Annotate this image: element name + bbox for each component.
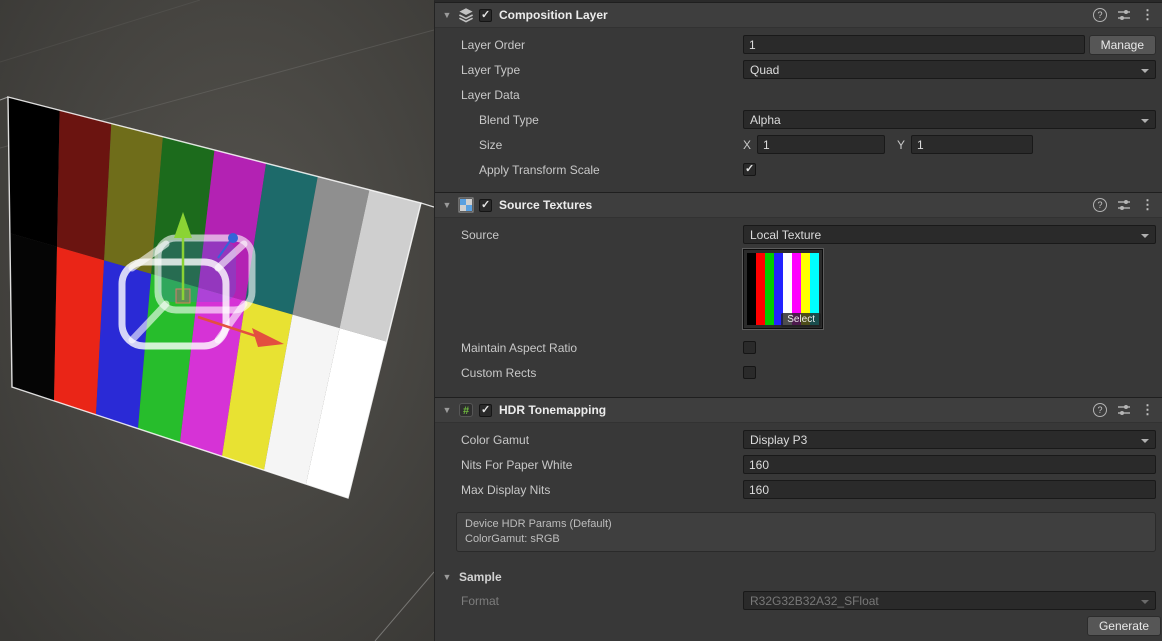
script-hash-icon: # bbox=[458, 402, 474, 418]
generate-row: Generate bbox=[435, 613, 1162, 636]
component-enabled-checkbox[interactable] bbox=[479, 199, 492, 212]
field-label: Layer Order bbox=[461, 38, 743, 52]
field-label: Maintain Aspect Ratio bbox=[461, 341, 743, 355]
layers-icon bbox=[458, 7, 474, 23]
color-gamut-row: Color Gamut Display P3 bbox=[435, 427, 1162, 452]
field-label: Layer Data bbox=[461, 88, 743, 102]
inspector-panel: ▼ Composition Layer ? ⋮ Layer Order bbox=[434, 0, 1162, 641]
presets-icon[interactable] bbox=[1117, 8, 1131, 22]
max-display-nits-row: Max Display Nits bbox=[435, 477, 1162, 502]
field-label: Nits For Paper White bbox=[461, 458, 743, 472]
sample-foldout-header[interactable]: ▼ Sample bbox=[435, 566, 1162, 588]
app-window: ▼ Composition Layer ? ⋮ Layer Order bbox=[0, 0, 1162, 641]
maintain-aspect-ratio-row: Maintain Aspect Ratio bbox=[435, 335, 1162, 360]
component-enabled-checkbox[interactable] bbox=[479, 9, 492, 22]
hdr-params-help-box: Device HDR Params (Default) ColorGamut: … bbox=[456, 512, 1156, 552]
more-icon[interactable]: ⋮ bbox=[1141, 198, 1154, 212]
field-label: Apply Transform Scale bbox=[479, 163, 743, 177]
texture-object-field[interactable]: Select bbox=[743, 249, 823, 329]
component-title: Source Textures bbox=[499, 198, 592, 212]
field-label: Blend Type bbox=[479, 113, 743, 127]
more-icon[interactable]: ⋮ bbox=[1141, 403, 1154, 417]
component-enabled-checkbox[interactable] bbox=[479, 404, 492, 417]
format-dropdown: R32G32B32A32_SFloat bbox=[743, 591, 1156, 610]
svg-text:#: # bbox=[463, 405, 469, 417]
field-label: Color Gamut bbox=[461, 433, 743, 447]
sample-title: Sample bbox=[459, 570, 502, 584]
component-header-source-textures[interactable]: ▼ Source Textures ? ⋮ bbox=[435, 192, 1162, 218]
custom-rects-checkbox[interactable] bbox=[743, 366, 756, 379]
composition-layer-body: Layer Order Manage Layer Type Quad Layer… bbox=[435, 28, 1162, 182]
maintain-aspect-ratio-checkbox[interactable] bbox=[743, 341, 756, 354]
field-label: Max Display Nits bbox=[461, 483, 743, 497]
blend-type-dropdown[interactable]: Alpha bbox=[743, 110, 1156, 129]
help-box-line: Device HDR Params (Default) bbox=[465, 517, 1147, 532]
help-icon[interactable]: ? bbox=[1093, 8, 1107, 22]
component-title: Composition Layer bbox=[499, 8, 608, 22]
texture-preview-row: Select bbox=[435, 247, 1162, 335]
source-row: Source Local Texture bbox=[435, 222, 1162, 247]
field-label: Source bbox=[461, 228, 743, 242]
color-gamut-dropdown[interactable]: Display P3 bbox=[743, 430, 1156, 449]
nits-for-paper-white-row: Nits For Paper White bbox=[435, 452, 1162, 477]
component-title: HDR Tonemapping bbox=[499, 403, 606, 417]
texture-icon bbox=[458, 197, 474, 213]
foldout-arrow-icon[interactable]: ▼ bbox=[441, 572, 453, 582]
x-axis-label: X bbox=[743, 138, 751, 152]
custom-rects-row: Custom Rects bbox=[435, 360, 1162, 385]
y-axis-label: Y bbox=[897, 138, 905, 152]
scene-view[interactable] bbox=[0, 0, 434, 641]
select-texture-button[interactable]: Select bbox=[781, 313, 821, 327]
source-dropdown[interactable]: Local Texture bbox=[743, 225, 1156, 244]
size-row: Size X Y bbox=[435, 132, 1162, 157]
component-header-hdr-tonemapping[interactable]: ▼ # HDR Tonemapping ? ⋮ bbox=[435, 397, 1162, 423]
field-label: Custom Rects bbox=[461, 366, 743, 380]
foldout-arrow-icon[interactable]: ▼ bbox=[441, 405, 453, 415]
help-icon[interactable]: ? bbox=[1093, 198, 1107, 212]
field-label: Layer Type bbox=[461, 63, 743, 77]
blend-type-row: Blend Type Alpha bbox=[435, 107, 1162, 132]
max-display-nits-input[interactable] bbox=[743, 480, 1156, 499]
layer-order-row: Layer Order Manage bbox=[435, 32, 1162, 57]
layer-data-row: Layer Data bbox=[435, 82, 1162, 107]
presets-icon[interactable] bbox=[1117, 198, 1131, 212]
layer-order-input[interactable] bbox=[743, 35, 1085, 54]
more-icon[interactable]: ⋮ bbox=[1141, 8, 1154, 22]
presets-icon[interactable] bbox=[1117, 403, 1131, 417]
help-icon[interactable]: ? bbox=[1093, 403, 1107, 417]
apply-transform-scale-row: Apply Transform Scale bbox=[435, 157, 1162, 182]
apply-transform-scale-checkbox[interactable] bbox=[743, 163, 756, 176]
size-y-input[interactable] bbox=[911, 135, 1033, 154]
format-row: Format R32G32B32A32_SFloat bbox=[435, 588, 1162, 613]
foldout-arrow-icon[interactable]: ▼ bbox=[441, 10, 453, 20]
nits-for-paper-white-input[interactable] bbox=[743, 455, 1156, 474]
layer-type-row: Layer Type Quad bbox=[435, 57, 1162, 82]
layer-type-dropdown[interactable]: Quad bbox=[743, 60, 1156, 79]
hdr-tonemapping-body: Color Gamut Display P3 Nits For Paper Wh… bbox=[435, 423, 1162, 552]
size-x-input[interactable] bbox=[757, 135, 885, 154]
field-label: Size bbox=[479, 138, 743, 152]
help-box-line: ColorGamut: sRGB bbox=[465, 532, 1147, 547]
thumbnail-stripe bbox=[747, 253, 756, 325]
field-label: Format bbox=[461, 594, 743, 608]
thumbnail-stripe bbox=[756, 253, 765, 325]
source-textures-body: Source Local Texture Select Maintain Asp… bbox=[435, 218, 1162, 385]
manage-button[interactable]: Manage bbox=[1089, 35, 1156, 55]
foldout-arrow-icon[interactable]: ▼ bbox=[441, 200, 453, 210]
generate-button[interactable]: Generate bbox=[1087, 616, 1161, 636]
component-header-composition-layer[interactable]: ▼ Composition Layer ? ⋮ bbox=[435, 2, 1162, 28]
thumbnail-stripe bbox=[765, 253, 774, 325]
scene-canvas[interactable] bbox=[0, 0, 434, 641]
